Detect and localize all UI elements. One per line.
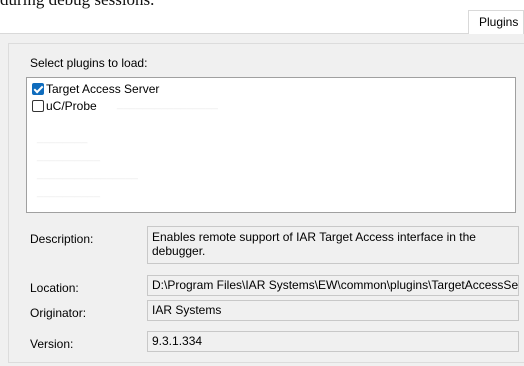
originator-label: Originator: [30, 306, 87, 320]
ghost-text: ________ [37, 132, 88, 144]
tab-plugins[interactable]: Plugins [468, 10, 524, 34]
location-label: Location: [30, 281, 79, 295]
ghost-text: __________ [37, 186, 101, 198]
location-field: D:\Program Files\IAR Systems\EW\common\p… [147, 275, 519, 296]
description-label: Description: [30, 232, 94, 246]
list-item-label: Target Access Server [46, 81, 160, 96]
header-text: during debug sessions. [0, 0, 154, 10]
list-item[interactable]: uC/Probe [32, 97, 97, 114]
plugins-panel: Select plugins to load: ________________… [0, 33, 524, 366]
version-field: 9.3.1.334 [147, 331, 519, 352]
plugins-listbox[interactable]: ________________ ________ __________ ___… [26, 77, 516, 213]
ghost-text: ________________ [117, 98, 219, 110]
version-label: Version: [30, 337, 74, 351]
select-plugins-label: Select plugins to load: [30, 56, 148, 70]
checkbox-unchecked-icon[interactable] [32, 99, 44, 112]
checkbox-checked-icon[interactable] [32, 82, 44, 95]
ghost-text: __________ [37, 150, 101, 162]
list-item-label: uC/Probe [46, 98, 97, 113]
originator-field: IAR Systems [147, 300, 519, 321]
list-item[interactable]: Target Access Server [32, 80, 159, 97]
description-field: Enables remote support of IAR Target Acc… [147, 226, 519, 264]
ghost-text: ________________ [37, 168, 139, 180]
plugins-dialog: during debug sessions. Plugins Select pl… [0, 0, 524, 366]
